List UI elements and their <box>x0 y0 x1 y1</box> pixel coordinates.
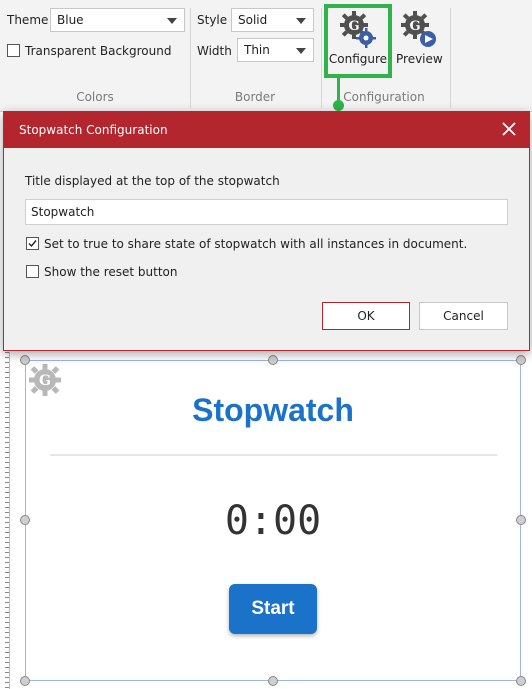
ok-button[interactable]: OK <box>322 302 410 330</box>
start-button[interactable]: Start <box>229 584 317 634</box>
preview-gear-icon: G <box>401 11 436 47</box>
preview-label: Preview <box>396 52 443 66</box>
width-select[interactable]: Thin <box>237 38 314 62</box>
style-select-value: Solid <box>238 13 268 27</box>
show-reset-label: Show the reset button <box>44 265 178 279</box>
title-field-label: Title displayed at the top of the stopwa… <box>25 174 280 188</box>
svg-text:G: G <box>39 373 51 389</box>
share-state-checkbox[interactable] <box>26 237 39 250</box>
stopwatch-configuration-dialog: Stopwatch Configuration Title displayed … <box>3 111 530 351</box>
colors-group-label: Colors <box>76 90 114 104</box>
width-label: Width <box>197 44 232 58</box>
theme-select-value: Blue <box>57 13 84 27</box>
checkmark-icon <box>28 240 37 248</box>
dialog-title-bar: Stopwatch Configuration <box>4 112 529 148</box>
preview-button[interactable]: G Preview <box>396 8 443 74</box>
chevron-down-icon <box>167 18 177 24</box>
ribbon-toolbar: Theme Blue Transparent Background Colors… <box>0 0 532 112</box>
dialog-title: Stopwatch Configuration <box>19 123 168 137</box>
transparent-background-checkbox[interactable] <box>7 44 20 57</box>
border-group-label: Border <box>234 90 276 104</box>
ribbon-separator <box>450 8 451 108</box>
resize-handle-top-right[interactable] <box>516 355 526 365</box>
theme-select[interactable]: Blue <box>50 8 185 32</box>
share-state-label: Set to true to share state of stopwatch … <box>44 237 468 251</box>
stopwatch-title: Stopwatch <box>192 392 354 428</box>
highlight-connector-dot <box>333 100 344 111</box>
vertical-ruler <box>0 352 10 689</box>
style-label: Style <box>197 13 228 27</box>
style-select[interactable]: Solid <box>231 8 314 32</box>
close-icon[interactable] <box>499 119 519 139</box>
resize-handle-bottom-right[interactable] <box>516 676 526 686</box>
cancel-button[interactable]: Cancel <box>419 302 508 330</box>
chevron-down-icon <box>296 48 306 54</box>
svg-text:G: G <box>409 19 420 34</box>
chevron-down-icon <box>296 18 306 24</box>
resize-handle-bottom-left[interactable] <box>20 676 30 686</box>
configure-highlight-box <box>324 4 392 78</box>
theme-label: Theme <box>7 13 49 27</box>
width-select-value: Thin <box>244 43 270 57</box>
show-reset-checkbox[interactable] <box>26 265 39 278</box>
resize-handle-bottom[interactable] <box>268 676 278 686</box>
resize-handle-top[interactable] <box>268 355 278 365</box>
transparent-background-label: Transparent Background <box>25 44 172 58</box>
stopwatch-divider <box>50 454 497 456</box>
title-input[interactable] <box>25 199 508 225</box>
stopwatch-time: 0:00 <box>224 498 322 544</box>
